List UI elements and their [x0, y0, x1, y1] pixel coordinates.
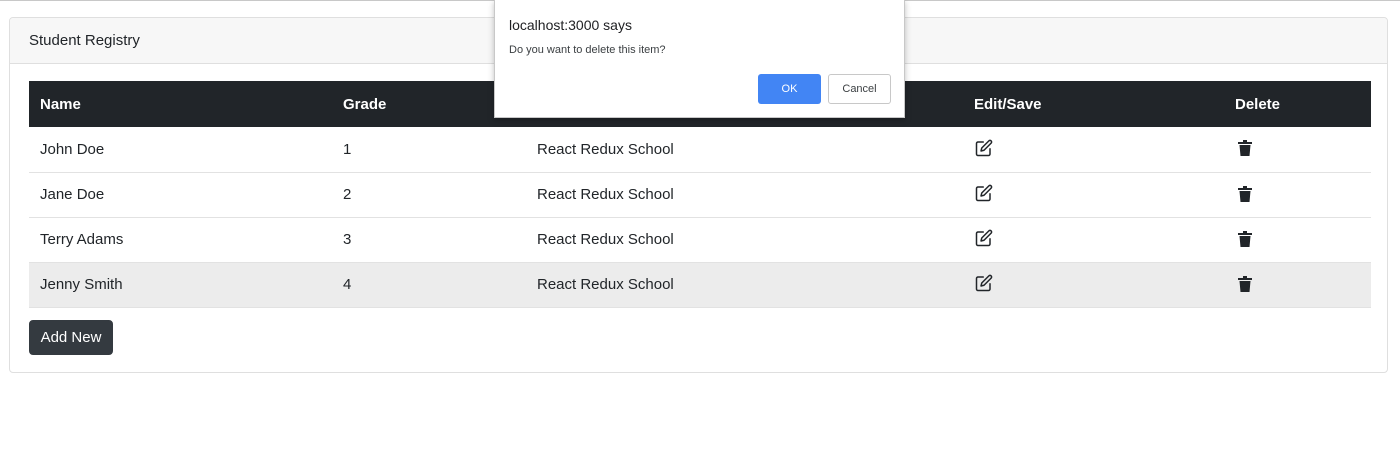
trash-icon[interactable]	[1235, 138, 1255, 158]
cell-school: React Redux School	[537, 231, 674, 248]
cell-school: React Redux School	[537, 276, 674, 293]
edit-icon[interactable]	[974, 273, 994, 293]
card-title: Student Registry	[29, 32, 140, 49]
cell-grade: 4	[343, 276, 352, 293]
edit-icon[interactable]	[974, 228, 994, 248]
cell-name: Jenny Smith	[40, 276, 123, 293]
add-new-button[interactable]: Add New	[29, 320, 113, 355]
dialog-cancel-button[interactable]: Cancel	[828, 74, 891, 104]
trash-icon[interactable]	[1235, 274, 1255, 294]
cell-school: React Redux School	[537, 186, 674, 203]
edit-icon[interactable]	[974, 183, 994, 203]
cell-grade: 1	[343, 140, 352, 158]
table-row: Terry Adams 3 React Redux School	[29, 217, 1371, 262]
dialog-ok-button[interactable]: OK	[758, 74, 821, 104]
column-header-edit-save: Edit/Save	[974, 95, 1042, 113]
cell-school: React Redux School	[537, 140, 674, 158]
cell-edit	[963, 172, 1224, 217]
cell-name: John Doe	[40, 140, 105, 158]
cell-name: Terry Adams	[40, 231, 124, 248]
trash-icon[interactable]	[1235, 184, 1255, 204]
table-row: Jane Doe 2 React Redux School	[29, 172, 1371, 217]
cell-delete	[1224, 262, 1371, 307]
cell-delete	[1224, 127, 1371, 172]
table-row: John Doe 1 React Redux School	[29, 127, 1371, 172]
column-header-delete: Delete	[1235, 95, 1281, 113]
confirm-dialog: localhost:3000 says Do you want to delet…	[494, 0, 905, 118]
cell-grade: 2	[343, 186, 352, 203]
cell-grade: 3	[343, 231, 352, 248]
cell-delete	[1224, 217, 1371, 262]
cell-delete	[1224, 172, 1371, 217]
cell-name: Jane Doe	[40, 186, 105, 203]
cell-edit	[963, 262, 1224, 307]
dialog-message: Do you want to delete this item?	[509, 44, 666, 56]
cell-edit	[963, 127, 1224, 172]
table-row: Jenny Smith 4 React Redux School	[29, 262, 1371, 307]
dialog-title: localhost:3000 says	[509, 17, 632, 33]
edit-icon[interactable]	[974, 138, 994, 158]
column-header-name: Name	[40, 95, 81, 113]
trash-icon[interactable]	[1235, 229, 1255, 249]
cell-edit	[963, 217, 1224, 262]
